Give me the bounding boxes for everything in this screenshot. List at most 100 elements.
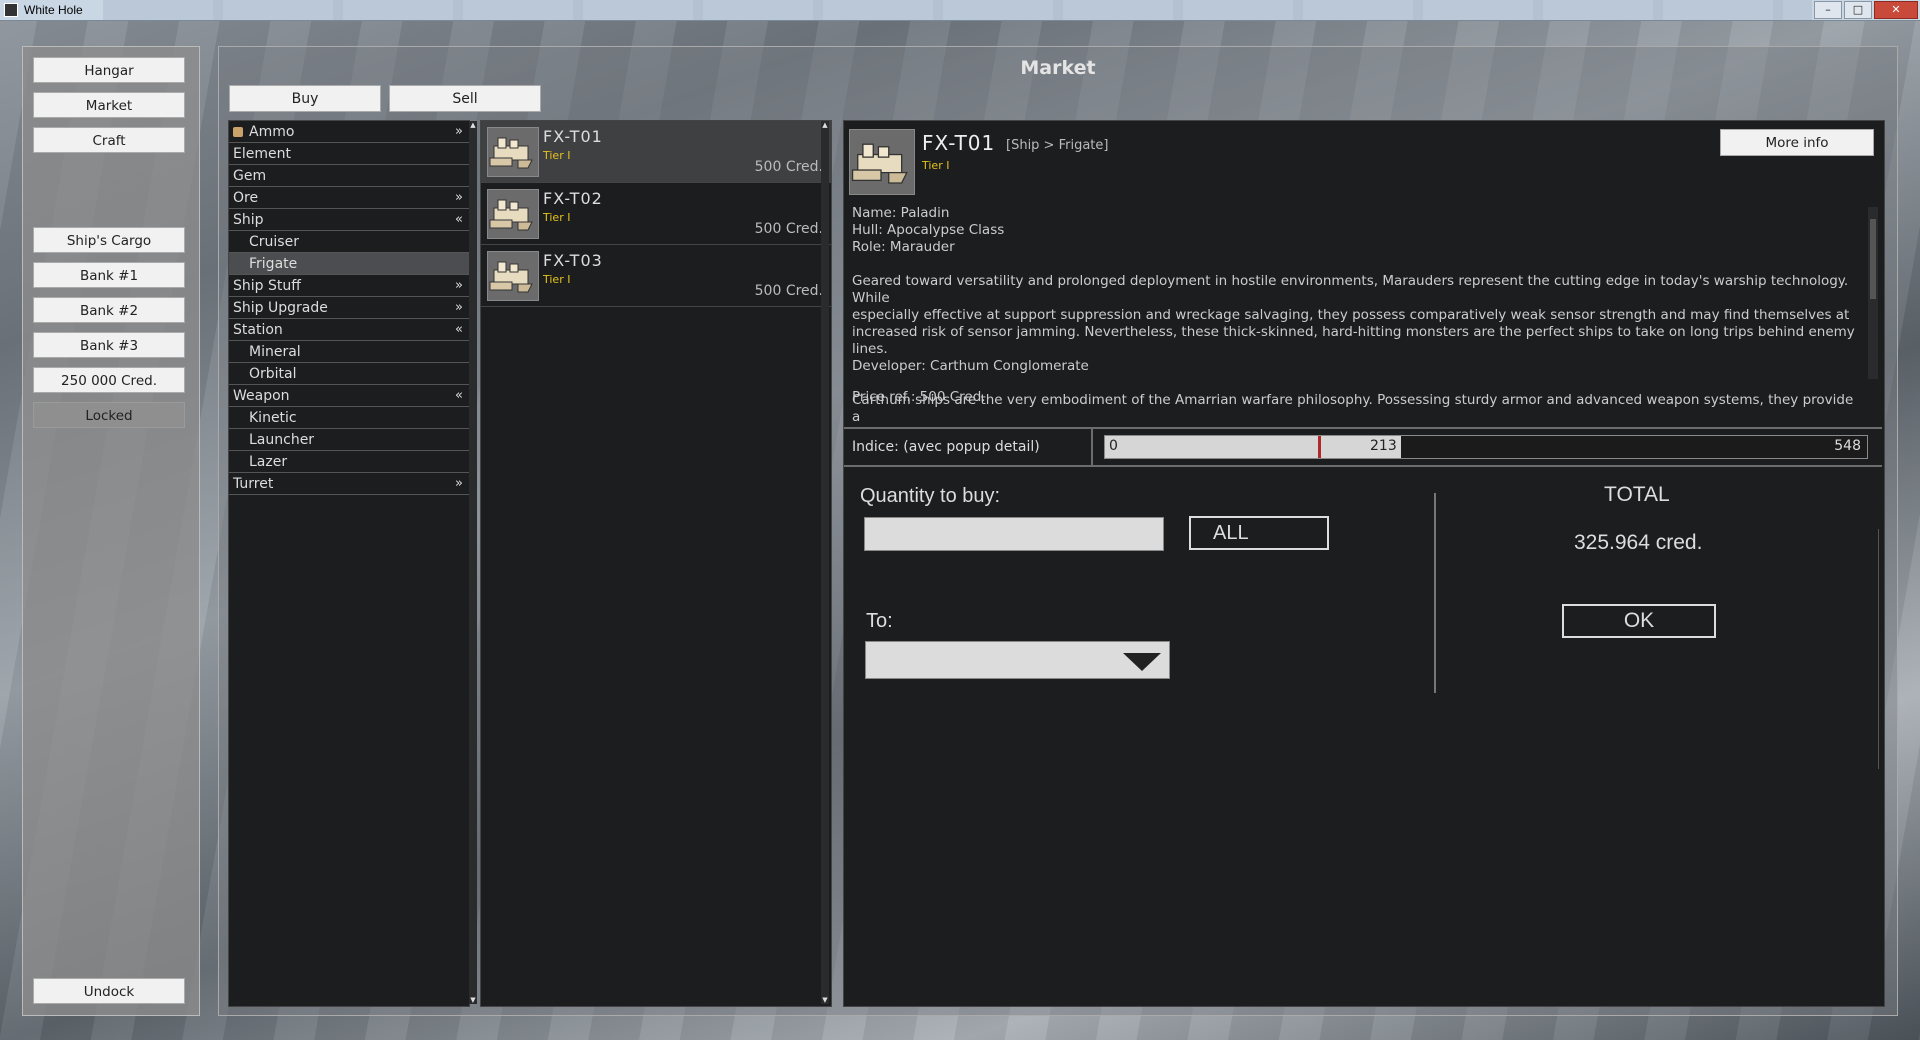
ammo-icon — [233, 127, 243, 137]
category-label: Ore — [233, 190, 259, 206]
price-indice-bar[interactable]: 0 213 548 — [1104, 435, 1868, 459]
category-label: Ship Upgrade — [233, 300, 328, 316]
category-label: Ship Stuff — [233, 278, 301, 294]
chevron-down-icon[interactable]: » — [455, 473, 463, 495]
category-cruiser[interactable]: Cruiser — [229, 231, 469, 253]
chevron-down-icon[interactable]: » — [455, 187, 463, 209]
category-label: Lazer — [249, 454, 288, 470]
tab-buy[interactable]: Buy — [229, 85, 381, 112]
description-scrollbar[interactable] — [1868, 207, 1878, 379]
category-label: Frigate — [249, 256, 298, 272]
ship-thumbnail-icon — [487, 189, 539, 239]
category-element[interactable]: Element — [229, 143, 469, 165]
bank-1-button[interactable]: Bank #1 — [33, 262, 185, 288]
category-ship[interactable]: Ship « — [229, 209, 469, 231]
category-label: Station — [233, 322, 283, 338]
category-scrollbar[interactable]: ▲ ▼ — [469, 121, 477, 1004]
detail-tier: Tier I — [922, 159, 950, 172]
scroll-up-icon[interactable]: ▲ — [821, 121, 829, 129]
taskbar-tabs — [102, 0, 1812, 20]
minimize-button[interactable]: – — [1814, 1, 1842, 19]
chevron-up-icon[interactable]: « — [455, 209, 463, 231]
chevron-up-icon[interactable]: « — [455, 319, 463, 341]
credits-display: 250 000 Cred. — [33, 367, 185, 393]
scrollbar-thumb[interactable] — [1870, 219, 1876, 299]
divider — [1091, 427, 1093, 465]
undock-button[interactable]: Undock — [33, 978, 185, 1004]
category-launcher[interactable]: Launcher — [229, 429, 469, 451]
bank-2-button[interactable]: Bank #2 — [33, 297, 185, 323]
scroll-down-icon[interactable]: ▼ — [821, 996, 829, 1004]
ship-thumbnail-icon — [487, 127, 539, 177]
category-orbital[interactable]: Orbital — [229, 363, 469, 385]
list-item[interactable]: FX-T01 Tier I 500 Cred. — [481, 121, 831, 183]
ship-thumbnail-icon — [487, 251, 539, 301]
ok-button[interactable]: OK — [1562, 604, 1716, 638]
category-ore[interactable]: Ore » — [229, 187, 469, 209]
divider — [844, 465, 1882, 467]
spec-role: Role: Marauder — [852, 239, 955, 255]
chevron-down-icon[interactable]: » — [455, 297, 463, 319]
category-kinetic[interactable]: Kinetic — [229, 407, 469, 429]
category-turret[interactable]: Turret » — [229, 473, 469, 495]
all-button[interactable]: ALL — [1189, 516, 1329, 550]
item-price: 500 Cred. — [754, 283, 823, 299]
category-ammo[interactable]: Ammo » — [229, 121, 469, 143]
chevron-up-icon[interactable]: « — [455, 385, 463, 407]
dropdown-arrow-icon[interactable] — [1123, 653, 1161, 671]
window-controls: – □ ✕ — [1812, 1, 1918, 19]
category-ship-stuff[interactable]: Ship Stuff » — [229, 275, 469, 297]
list-item[interactable]: FX-T03 Tier I 500 Cred. — [481, 245, 831, 307]
description-line: Carthum ships are the very embodiment of… — [852, 392, 1854, 425]
category-weapon[interactable]: Weapon « — [229, 385, 469, 407]
description-line: Developer: Carthum Conglomerate — [852, 358, 1089, 374]
destination-dropdown[interactable] — [865, 641, 1170, 679]
item-list: FX-T01 Tier I 500 Cred. FX-T02 Tier I 50… — [480, 120, 832, 1007]
category-label: Gem — [233, 168, 267, 184]
category-label: Element — [233, 146, 291, 162]
description-line: Geared toward versatility and prolonged … — [852, 273, 1849, 306]
category-station[interactable]: Station « — [229, 319, 469, 341]
category-mineral[interactable]: Mineral — [229, 341, 469, 363]
category-label: Orbital — [249, 366, 297, 382]
chevron-down-icon[interactable]: » — [455, 275, 463, 297]
tab-sell[interactable]: Sell — [389, 85, 541, 112]
total-label: TOTAL — [1604, 483, 1670, 506]
item-scrollbar[interactable]: ▲ ▼ — [821, 121, 829, 1004]
scroll-up-icon[interactable]: ▲ — [469, 121, 477, 129]
craft-button[interactable]: Craft — [33, 127, 185, 153]
chevron-down-icon[interactable]: » — [455, 121, 463, 143]
bank-3-button[interactable]: Bank #3 — [33, 332, 185, 358]
spec-name: Name: Paladin — [852, 205, 950, 221]
list-item[interactable]: FX-T02 Tier I 500 Cred. — [481, 183, 831, 245]
category-tree: Ammo » Element Gem Ore » Ship « Cruiser Fri… — [228, 120, 477, 1007]
quantity-label: Quantity to buy: — [860, 485, 1001, 507]
item-name: FX-T01 — [543, 127, 603, 146]
indice-value-label: 213 — [1370, 438, 1397, 454]
category-label: Kinetic — [249, 410, 297, 426]
detail-item-name: FX-T01 — [922, 131, 996, 155]
divider — [1878, 529, 1879, 769]
description-line: increased risk of sensor jamming. Nevert… — [852, 324, 1855, 357]
item-detail-panel: FX-T01 [Ship > Frigate] Tier I More info… — [843, 120, 1885, 1007]
more-info-button[interactable]: More info — [1720, 129, 1874, 156]
item-tier: Tier I — [543, 211, 571, 224]
category-lazer[interactable]: Lazer — [229, 451, 469, 473]
category-label: Turret — [233, 476, 274, 492]
close-button[interactable]: ✕ — [1874, 1, 1918, 19]
indice-max-label: 548 — [1834, 438, 1861, 454]
category-label: Ammo — [249, 124, 295, 140]
category-gem[interactable]: Gem — [229, 165, 469, 187]
quantity-input[interactable] — [864, 517, 1164, 551]
category-ship-upgrade[interactable]: Ship Upgrade » — [229, 297, 469, 319]
spec-hull: Hull: Apocalypse Class — [852, 222, 1005, 238]
hangar-button[interactable]: Hangar — [33, 57, 185, 83]
market-button[interactable]: Market — [33, 92, 185, 118]
divider — [844, 427, 1882, 429]
maximize-button[interactable]: □ — [1844, 1, 1872, 19]
item-name: FX-T03 — [543, 251, 603, 270]
category-frigate[interactable]: Frigate — [229, 253, 469, 275]
category-label: Weapon — [233, 388, 290, 404]
ships-cargo-button[interactable]: Ship's Cargo — [33, 227, 185, 253]
scroll-down-icon[interactable]: ▼ — [469, 996, 477, 1004]
